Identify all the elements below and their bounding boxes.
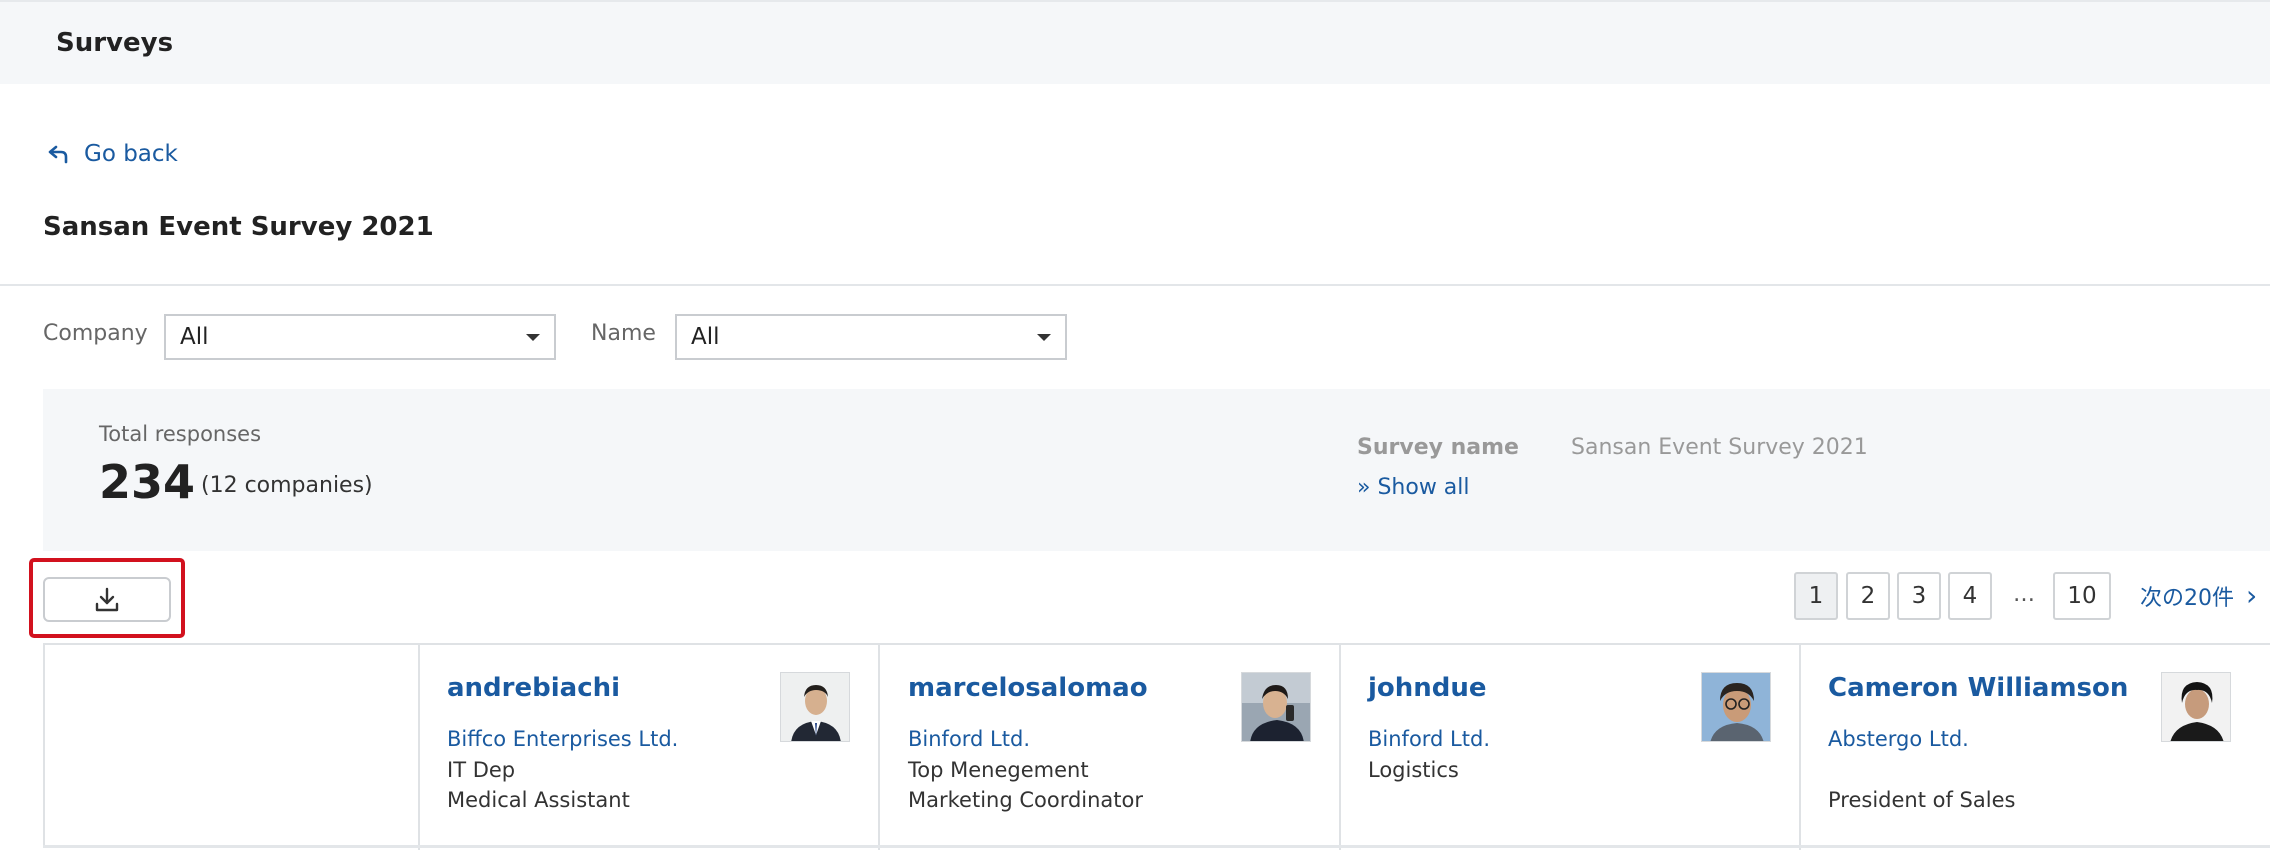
download-button[interactable]	[43, 577, 171, 622]
respondent-department: Logistics	[1368, 758, 1459, 782]
respondent-department: Top Menegement	[908, 758, 1089, 782]
respondent-name[interactable]: marcelosalomao	[908, 673, 1148, 703]
respondent-grid: andrebiachi Biffco Enterprises Ltd. IT D…	[43, 643, 2270, 850]
name-select-value: All	[691, 324, 720, 350]
caret-down-icon	[1037, 334, 1051, 341]
respondent-company[interactable]: Binford Ltd.	[1368, 727, 1490, 751]
respondent-card: marcelosalomao Binford Ltd. Top Menegeme…	[881, 645, 1341, 850]
survey-name-label: Survey name	[1357, 435, 1519, 460]
survey-name-value: Sansan Event Survey 2021	[1571, 435, 1868, 460]
name-select[interactable]: All	[675, 314, 1067, 360]
respondent-company[interactable]: Binford Ltd.	[908, 727, 1030, 751]
avatar	[1241, 672, 1311, 742]
respondent-department: IT Dep	[447, 758, 516, 782]
company-select-value: All	[180, 324, 209, 350]
summary-panel: Total responses 234 (12 companies) Surve…	[43, 389, 2270, 551]
companies-count: (12 companies)	[201, 473, 373, 498]
avatar	[780, 672, 850, 742]
respondent-card: johndue Binford Ltd. Logistics	[1341, 645, 1801, 850]
next-page-label: 次の20件	[2140, 586, 2234, 611]
page-3-button[interactable]: 3	[1897, 572, 1941, 620]
chevron-right-icon: ›	[2246, 579, 2258, 612]
pagination-ellipsis: …	[2013, 582, 2035, 607]
respondent-card: Cameron Williamson Abstergo Ltd. Preside…	[1801, 645, 2261, 850]
show-all-link[interactable]: » Show all	[1357, 475, 1470, 500]
top-bar: Surveys	[0, 0, 2270, 84]
avatar	[1701, 672, 1771, 742]
download-icon	[95, 587, 119, 611]
respondent-company[interactable]: Abstergo Ltd.	[1828, 727, 1969, 751]
respondent-name[interactable]: Cameron Williamson	[1828, 673, 2128, 703]
page-title: Sansan Event Survey 2021	[43, 212, 434, 242]
respondent-title: President of Sales	[1828, 788, 2016, 812]
respondent-company[interactable]: Biffco Enterprises Ltd.	[447, 727, 678, 751]
person-photo-icon	[1242, 673, 1310, 741]
respondent-card: andrebiachi Biffco Enterprises Ltd. IT D…	[420, 645, 880, 850]
person-photo-icon	[2162, 673, 2230, 741]
name-filter-label: Name	[591, 321, 656, 346]
go-back-link[interactable]: Go back	[48, 141, 178, 167]
next-page-link[interactable]: 次の20件 ›	[2140, 580, 2257, 612]
total-responses-label: Total responses	[99, 422, 262, 446]
divider	[0, 284, 2270, 286]
page-1-button[interactable]: 1	[1794, 572, 1838, 620]
company-filter-label: Company	[43, 321, 148, 346]
grid-header-cell	[45, 645, 420, 850]
go-back-label: Go back	[84, 141, 178, 167]
avatar	[2161, 672, 2231, 742]
respondent-name[interactable]: johndue	[1368, 673, 1487, 703]
caret-down-icon	[526, 334, 540, 341]
respondent-name[interactable]: andrebiachi	[447, 673, 620, 703]
page-4-button[interactable]: 4	[1948, 572, 1992, 620]
company-select[interactable]: All	[164, 314, 556, 360]
return-arrow-icon	[48, 145, 68, 164]
respondent-title: Medical Assistant	[447, 788, 630, 812]
page-2-button[interactable]: 2	[1846, 572, 1890, 620]
total-responses-value: 234	[99, 455, 196, 509]
page-10-button[interactable]: 10	[2053, 572, 2111, 620]
respondent-title: Marketing Coordinator	[908, 788, 1144, 812]
person-photo-icon	[1702, 673, 1770, 741]
person-photo-icon	[781, 673, 849, 741]
app-title: Surveys	[56, 28, 174, 58]
